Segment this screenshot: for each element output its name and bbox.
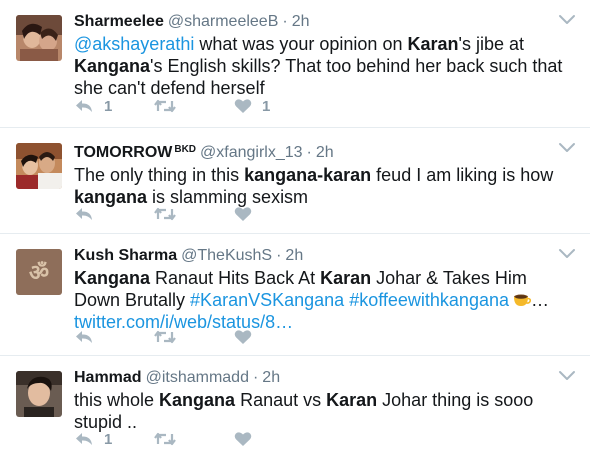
hashtag-link[interactable]: #koffeewithkangana [349,290,509,310]
separator: · [282,13,288,30]
text-segment: 's jibe at [458,34,524,54]
timestamp[interactable]: 2h [316,144,334,161]
tweet-header: Sharmeelee @sharmeeleeB · 2h [74,12,574,32]
reply-button[interactable] [74,329,154,345]
author-handle[interactable]: @xfangirlx_13 [200,144,303,161]
hashtag-link[interactable]: #KaranVSKangana [190,290,344,310]
like-button[interactable] [234,206,314,222]
tweet-actions [74,204,314,224]
retweet-button[interactable] [154,98,234,114]
avatar-image [16,371,62,417]
retweet-button[interactable] [154,329,234,345]
text-segment: … [530,290,549,310]
avatar-image: ॐ [16,249,62,295]
highlight-term: Karan [407,34,459,54]
retweet-button[interactable] [154,206,234,222]
author-name[interactable]: Sharmeelee [74,13,164,30]
highlight-term: Kangana [74,268,151,288]
tweet[interactable]: Sharmeelee @sharmeeleeB · 2h @akshayerathi … [0,0,590,128]
tweet-header: TOMORROW BKD @xfangirlx_13 · 2h [74,140,574,163]
tweet-header: Hammad @itshammadd · 2h [74,368,574,388]
text-segment: Ranaut vs [235,390,327,410]
avatar-image [16,15,62,61]
mention-link[interactable]: @akshayerathi [74,34,194,54]
timestamp[interactable]: 2h [262,369,280,386]
chevron-down-icon[interactable] [558,140,576,154]
author-name[interactable]: TOMORROW [74,144,172,161]
heart-icon [234,207,252,221]
retweet-icon [154,330,176,344]
author-name[interactable]: Kush Sharma [74,247,177,264]
reply-count: 1 [104,97,113,115]
separator: · [306,144,312,161]
timestamp[interactable]: 2h [292,13,310,30]
tweet[interactable]: Hammad @itshammadd · 2h this whole Kangana … [0,356,590,464]
tweet[interactable]: TOMORROW BKD @xfangirlx_13 · 2h The only thi… [0,128,590,234]
heart-icon [234,99,252,113]
tweet[interactable]: ॐ Kush Sharma @TheKushS · 2h Kangana Ranaut… [0,234,590,356]
highlight-term: Kangana [159,390,236,410]
chevron-down-icon[interactable] [558,246,576,260]
author-name[interactable]: Hammad [74,369,142,386]
tweet-text: @akshayerathi what was your opinion on K… [74,33,564,99]
avatar[interactable] [16,143,62,189]
avatar[interactable]: ॐ [16,249,62,295]
highlight-term: kangana-karan [244,165,372,185]
avatar[interactable] [16,371,62,417]
tweet-actions [74,327,314,347]
highlight-term: Karan [326,390,378,410]
text-segment: The only thing in this [74,165,245,185]
retweet-icon [154,99,176,113]
text-segment: this whole [74,390,160,410]
chevron-down-icon[interactable] [558,368,576,382]
avatar-glyph: ॐ [29,261,49,286]
text-segment: feud I am liking is how [371,165,554,185]
coffee-cup-emoji [513,294,531,306]
separator: · [252,369,259,386]
author-handle[interactable]: @itshammadd [146,369,249,386]
tweet-text: this whole Kangana Ranaut vs Karan Johar… [74,389,564,433]
chevron-down-icon[interactable] [558,12,576,26]
name-badge: BKD [174,144,197,155]
heart-icon [234,432,252,446]
like-button[interactable] [234,329,314,345]
retweet-icon [154,207,176,221]
tweet-header: Kush Sharma @TheKushS · 2h [74,246,574,266]
reply-icon [76,433,92,445]
reply-button[interactable] [74,206,154,222]
separator: · [276,247,282,264]
avatar-image [16,143,62,189]
text-segment: Ranaut Hits Back At [150,268,321,288]
tweet-timeline: Sharmeelee @sharmeeleeB · 2h @akshayerathi … [0,0,590,464]
like-button[interactable] [234,431,314,447]
reply-icon [76,208,92,220]
text-segment: what was your opinion on [194,34,408,54]
reply-icon [76,100,92,112]
like-button[interactable]: 1 [234,98,314,115]
reply-icon [76,331,92,343]
heart-icon [234,330,252,344]
reply-button[interactable]: 1 [74,431,154,448]
like-count: 1 [262,97,271,115]
author-handle[interactable]: @TheKushS [181,247,272,264]
tweet-text: The only thing in this kangana-karan feu… [74,164,564,208]
retweet-button[interactable] [154,431,234,447]
reply-button[interactable]: 1 [74,98,154,115]
tweet-actions: 1 [74,429,314,449]
author-handle[interactable]: @sharmeeleeB [168,13,279,30]
highlight-term: Kangana [74,56,151,76]
avatar[interactable] [16,15,62,61]
highlight-term: Karan [320,268,372,288]
tweet-actions: 1 1 [74,96,314,116]
reply-count: 1 [104,430,113,448]
timestamp[interactable]: 2h [285,247,303,264]
tweet-text: Kangana Ranaut Hits Back At Karan Johar … [74,267,564,333]
retweet-icon [154,432,176,446]
